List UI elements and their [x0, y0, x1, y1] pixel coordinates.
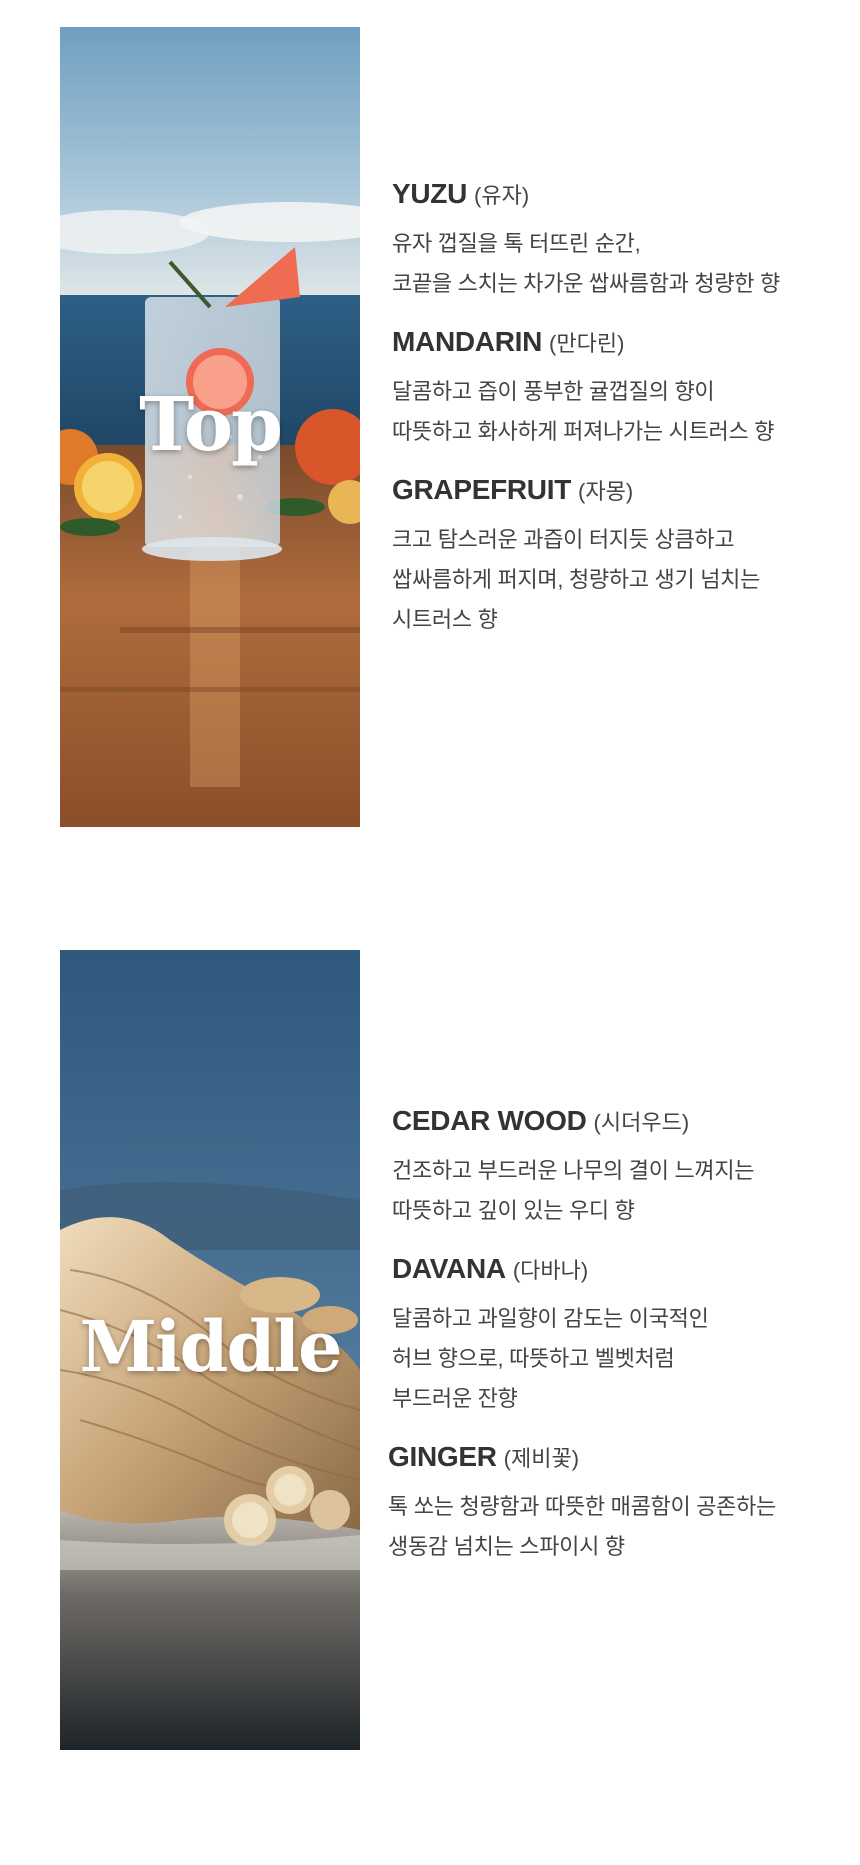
note-description: 달콤하고 즙이 풍부한 귤껍질의 향이 따뜻하고 화사하게 퍼져나가는 시트러스… [392, 372, 842, 452]
note-korean-name: (자몽) [578, 479, 634, 504]
description-line: 따뜻하고 깊이 있는 우디 향 [392, 1198, 635, 1223]
description-line: 크고 탐스러운 과즙이 터지듯 상큼하고 [392, 527, 735, 552]
description-line: 유자 껍질을 톡 터뜨린 순간, [392, 231, 641, 256]
description-line: 쌉싸름하게 퍼지며, 청량하고 생기 넘치는 [392, 567, 761, 592]
note-name: DAVANA [392, 1253, 506, 1284]
description-line: 허브 향으로, 따뜻하고 벨벳처럼 [392, 1346, 675, 1371]
middle-notes-section: Middle CEDAR WOOD (시더우드) 건조하고 부드러운 나무의 결… [0, 900, 860, 1865]
description-line: 달콤하고 과일향이 감도는 이국적인 [392, 1306, 709, 1331]
description-line: 건조하고 부드러운 나무의 결이 느껴지는 [392, 1158, 755, 1183]
top-note-label: Top [139, 382, 283, 468]
description-line: 따뜻하고 화사하게 퍼져나가는 시트러스 향 [392, 419, 775, 444]
note-name: MANDARIN [392, 326, 543, 357]
middle-notes-image: Middle [60, 950, 360, 1750]
note-korean-name: (다바나) [512, 1258, 589, 1283]
note-description: 유자 껍질을 톡 터뜨린 순간, 코끝을 스치는 차가운 쌉싸름함과 청량한 향 [392, 224, 842, 304]
note-korean-name: (만다린) [549, 331, 625, 356]
note-korean-name: (시더우드) [593, 1110, 690, 1135]
note-mandarin: MANDARIN (만다린) 달콤하고 즙이 풍부한 귤껍질의 향이 따뜻하고 … [392, 326, 842, 452]
note-name: YUZU [392, 178, 468, 209]
note-description: 건조하고 부드러운 나무의 결이 느껴지는 따뜻하고 깊이 있는 우디 향 [392, 1151, 842, 1231]
note-name: CEDAR WOOD [392, 1105, 587, 1136]
middle-notes-list: CEDAR WOOD (시더우드) 건조하고 부드러운 나무의 결이 느껴지는 … [388, 1105, 842, 1589]
note-name: GRAPEFRUIT [392, 474, 572, 505]
description-line: 달콤하고 즙이 풍부한 귤껍질의 향이 [392, 379, 715, 404]
note-description: 크고 탐스러운 과즙이 터지듯 상큼하고 쌉싸름하게 퍼지며, 청량하고 생기 … [392, 520, 842, 640]
top-notes-section: Top YUZU (유자) 유자 껍질을 톡 터뜨린 순간, 코끝을 스치는 차… [0, 0, 860, 900]
note-davana: DAVANA (다바나) 달콤하고 과일향이 감도는 이국적인 허브 향으로, … [392, 1253, 842, 1419]
note-korean-name: (제비꽃) [503, 1446, 580, 1471]
note-description: 톡 쏘는 청량함과 따뜻한 매콤함이 공존하는 생동감 넘치는 스파이시 향 [388, 1487, 842, 1567]
description-line: 부드러운 잔향 [392, 1386, 518, 1411]
note-ginger: GINGER (제비꽃) 톡 쏘는 청량함과 따뜻한 매콤함이 공존하는 생동감… [388, 1441, 842, 1567]
description-line: 톡 쏘는 청량함과 따뜻한 매콤함이 공존하는 [388, 1494, 776, 1519]
top-notes-image: Top [60, 27, 360, 827]
description-line: 시트러스 향 [392, 607, 498, 632]
note-grapefruit: GRAPEFRUIT (자몽) 크고 탐스러운 과즙이 터지듯 상큼하고 쌉싸름… [392, 474, 842, 640]
description-line: 코끝을 스치는 차가운 쌉싸름함과 청량한 향 [392, 271, 780, 296]
note-cedar-wood: CEDAR WOOD (시더우드) 건조하고 부드러운 나무의 결이 느껴지는 … [392, 1105, 842, 1231]
note-yuzu: YUZU (유자) 유자 껍질을 톡 터뜨린 순간, 코끝을 스치는 차가운 쌉… [392, 178, 842, 304]
note-description: 달콤하고 과일향이 감도는 이국적인 허브 향으로, 따뜻하고 벨벳처럼 부드러… [392, 1299, 842, 1419]
note-korean-name: (유자) [474, 183, 530, 208]
description-line: 생동감 넘치는 스파이시 향 [388, 1534, 625, 1559]
middle-note-label: Middle [79, 1305, 342, 1388]
note-name: GINGER [388, 1441, 497, 1472]
top-notes-list: YUZU (유자) 유자 껍질을 톡 터뜨린 순간, 코끝을 스치는 차가운 쌉… [392, 178, 842, 662]
